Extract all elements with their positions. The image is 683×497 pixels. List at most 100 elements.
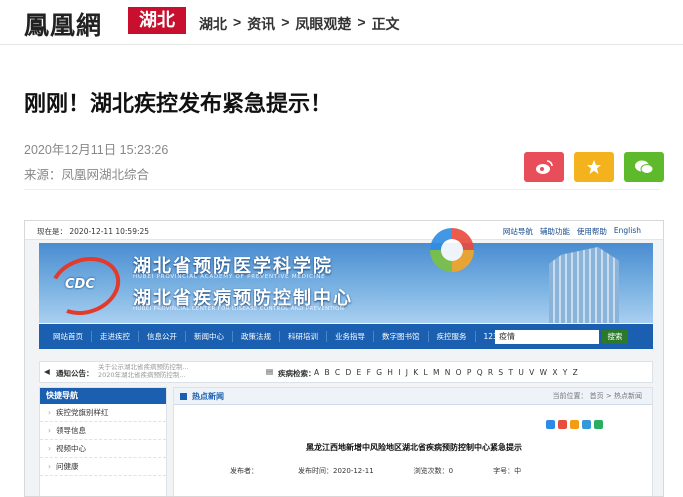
disease-search-icon: ▤ bbox=[266, 367, 274, 376]
notice-scroll: 关于公示湖北省疾病预防控制... 2020年湖北省疾病预防控制... bbox=[98, 363, 189, 379]
share-qzone-icon[interactable] bbox=[570, 420, 579, 429]
favorite-button[interactable] bbox=[574, 152, 614, 182]
top-links: 网站导航 辅助功能 使用帮助 English bbox=[503, 226, 641, 237]
breadcrumb-separator: > bbox=[281, 14, 290, 30]
quick-nav-item[interactable]: › 疾控党旗别样红 bbox=[40, 404, 166, 422]
quick-nav-item[interactable]: › 问健康 bbox=[40, 458, 166, 476]
disease-letter-j[interactable]: J bbox=[406, 368, 408, 377]
disease-letter-n[interactable]: N bbox=[445, 368, 451, 377]
hot-news-header: 热点新闻 当前位置： 首页 > 热点新闻 bbox=[174, 388, 652, 405]
breadcrumb-hubei[interactable]: 湖北 bbox=[199, 14, 227, 34]
disease-letter-y[interactable]: Y bbox=[563, 368, 568, 377]
share-wechat-button[interactable] bbox=[624, 152, 664, 182]
quick-nav-label: 视频中心 bbox=[56, 444, 86, 453]
nav-guidance[interactable]: 业务指导 bbox=[327, 331, 374, 342]
breadcrumb-separator: > bbox=[357, 14, 366, 30]
disease-letter-z[interactable]: Z bbox=[573, 368, 578, 377]
channel-logo[interactable]: 湖北 bbox=[128, 7, 186, 34]
current-time: 现在是： 2020-12-11 10:59:25 bbox=[37, 227, 150, 236]
share-qq-icon[interactable] bbox=[582, 420, 591, 429]
notice-item[interactable]: 关于公示湖北省疾病预防控制... bbox=[98, 363, 189, 371]
disease-search-label: 疾病检索： bbox=[278, 369, 316, 378]
nav-research[interactable]: 科研培训 bbox=[280, 331, 327, 342]
nav-policy[interactable]: 政策法规 bbox=[233, 331, 280, 342]
quick-nav-title: 快捷导航 bbox=[40, 388, 166, 404]
publish-time: 发布时间：2020-12-11 bbox=[298, 467, 374, 475]
disease-letter-e[interactable]: E bbox=[357, 368, 362, 377]
share-wechat-icon[interactable] bbox=[594, 420, 603, 429]
quick-nav-item[interactable]: › 领导信息 bbox=[40, 422, 166, 440]
disease-letter-w[interactable]: W bbox=[540, 368, 547, 377]
cdc-logo: CDC bbox=[65, 277, 95, 292]
disease-letter-q[interactable]: Q bbox=[477, 368, 483, 377]
nav-library[interactable]: 数字图书馆 bbox=[374, 331, 429, 342]
disease-letter-u[interactable]: U bbox=[518, 368, 524, 377]
notice-item[interactable]: 2020年湖北省疾病预防控制... bbox=[98, 371, 189, 379]
article-date: 2020年12月11日 15:23:26 bbox=[24, 143, 169, 157]
font-size-select[interactable]: 字号：中 bbox=[493, 466, 521, 476]
disease-letter-o[interactable]: O bbox=[456, 368, 462, 377]
article-title: 刚刚！湖北疾控发布紧急提示！ bbox=[24, 91, 333, 116]
disease-letter-t[interactable]: T bbox=[508, 368, 513, 377]
site-nav-link[interactable]: 网站导航 bbox=[503, 226, 533, 237]
chevron-right-icon: › bbox=[48, 462, 51, 471]
disease-letter-g[interactable]: G bbox=[376, 368, 382, 377]
share-plus-icon[interactable] bbox=[546, 420, 555, 429]
center-name-en: HUBEI PROVINCIAL CENTER FOR DISEASE CONT… bbox=[133, 306, 345, 312]
article-meta: 发布者： 发布时间：2020-12-11 浏览次数：0 字号：中 bbox=[230, 466, 521, 476]
quick-nav: 快捷导航 › 疾控党旗别样红 › 领导信息 › 视频中心 › 问健康 bbox=[39, 387, 167, 496]
disease-letter-b[interactable]: B bbox=[324, 368, 329, 377]
star-icon bbox=[587, 160, 601, 174]
share-weibo-icon[interactable] bbox=[558, 420, 567, 429]
wechat-icon bbox=[635, 160, 654, 174]
disease-letter-v[interactable]: V bbox=[529, 368, 534, 377]
chevron-right-icon: › bbox=[48, 426, 51, 435]
weibo-icon bbox=[536, 160, 553, 174]
article-source: 来源：凤凰网湖北综合 bbox=[24, 168, 150, 182]
speaker-icon: ◀ bbox=[44, 367, 50, 376]
building-image bbox=[549, 247, 619, 323]
share-icons bbox=[546, 420, 603, 429]
embedded-topbar: 现在是： 2020-12-11 10:59:25 网站导航 辅助功能 使用帮助 … bbox=[25, 221, 663, 240]
breadcrumb: 湖北 > 资讯 > 凤眼观楚 > 正文 bbox=[199, 14, 400, 34]
disease-letter-p[interactable]: P bbox=[467, 368, 472, 377]
disease-letter-l[interactable]: L bbox=[423, 368, 427, 377]
chevron-right-icon: › bbox=[48, 444, 51, 453]
disease-letter-r[interactable]: R bbox=[488, 368, 493, 377]
site-header: 鳳凰網 湖北 湖北 > 资讯 > 凤眼观楚 > 正文 bbox=[0, 0, 683, 46]
disease-letter-a[interactable]: A bbox=[314, 368, 319, 377]
site-logo[interactable]: 鳳凰網 bbox=[24, 6, 102, 42]
hot-news-title: 热点新闻 bbox=[192, 392, 224, 401]
disease-letter-s[interactable]: S bbox=[498, 368, 503, 377]
disease-letter-m[interactable]: M bbox=[433, 368, 439, 377]
nav-home[interactable]: 网站首页 bbox=[45, 331, 92, 342]
nav-services[interactable]: 疾控服务 bbox=[429, 331, 476, 342]
nav-about[interactable]: 走进疾控 bbox=[92, 331, 139, 342]
nav-news[interactable]: 新闻中心 bbox=[186, 331, 233, 342]
chevron-right-icon: › bbox=[48, 408, 51, 417]
disease-letter-index: ABCDEFGHIJKLMNOPQRSTUVWXYZ bbox=[314, 368, 578, 377]
embedded-nav: 网站首页 走进疾控 信息公开 新闻中心 政策法规 科研培训 业务指导 数字图书馆… bbox=[39, 324, 653, 349]
english-link[interactable]: English bbox=[614, 226, 641, 237]
content-divider bbox=[24, 189, 660, 190]
disease-letter-d[interactable]: D bbox=[345, 368, 351, 377]
search-input[interactable]: 疫情 bbox=[495, 330, 599, 344]
breadcrumb-column[interactable]: 凤眼观楚 bbox=[295, 14, 351, 34]
disease-letter-i[interactable]: I bbox=[398, 368, 400, 377]
disease-letter-k[interactable]: K bbox=[413, 368, 418, 377]
quick-nav-label: 领导信息 bbox=[56, 426, 86, 435]
breadcrumb-news[interactable]: 资讯 bbox=[247, 14, 275, 34]
current-position: 当前位置： 首页 > 热点新闻 bbox=[552, 392, 642, 400]
disease-letter-x[interactable]: X bbox=[552, 368, 557, 377]
breadcrumb-separator: > bbox=[233, 14, 242, 30]
quick-nav-item[interactable]: › 视频中心 bbox=[40, 440, 166, 458]
share-weibo-button[interactable] bbox=[524, 152, 564, 182]
search-button[interactable]: 搜索 bbox=[602, 330, 628, 344]
help-link[interactable]: 使用帮助 bbox=[577, 226, 607, 237]
nav-info[interactable]: 信息公开 bbox=[139, 331, 186, 342]
disease-letter-c[interactable]: C bbox=[335, 368, 340, 377]
disease-letter-h[interactable]: H bbox=[387, 368, 393, 377]
disease-letter-f[interactable]: F bbox=[367, 368, 371, 377]
quick-nav-label: 疾控党旗别样红 bbox=[56, 408, 109, 417]
accessibility-link[interactable]: 辅助功能 bbox=[540, 226, 570, 237]
